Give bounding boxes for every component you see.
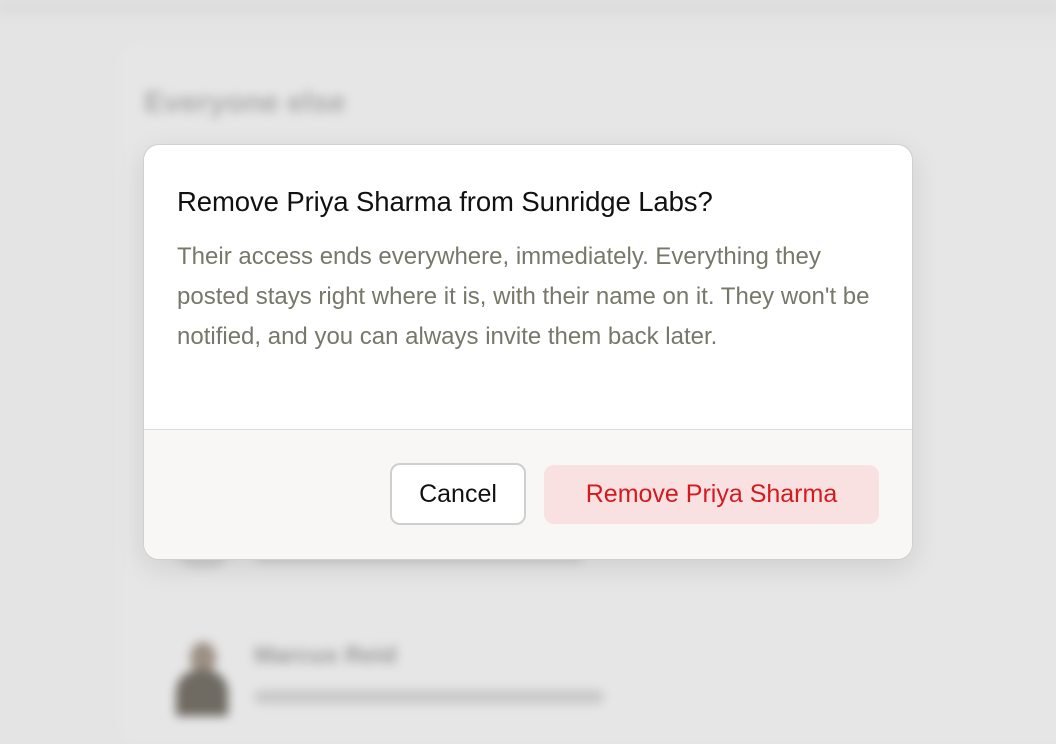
section-heading: Everyone else xyxy=(144,86,346,119)
dialog-footer: Cancel Remove Priya Sharma xyxy=(144,429,912,559)
member-name: Marcus Reid xyxy=(254,642,397,669)
remove-member-button[interactable]: Remove Priya Sharma xyxy=(544,465,879,524)
remove-member-dialog: Remove Priya Sharma from Sunridge Labs? … xyxy=(143,144,913,560)
member-avatar xyxy=(174,636,230,716)
member-email xyxy=(254,690,604,704)
dialog-body: Remove Priya Sharma from Sunridge Labs? … xyxy=(144,145,912,392)
cancel-button[interactable]: Cancel xyxy=(390,463,526,525)
top-bar xyxy=(0,0,1056,14)
dialog-message: Their access ends everywhere, immediatel… xyxy=(177,243,870,350)
dialog-title: Remove Priya Sharma from Sunridge Labs? xyxy=(177,186,713,217)
